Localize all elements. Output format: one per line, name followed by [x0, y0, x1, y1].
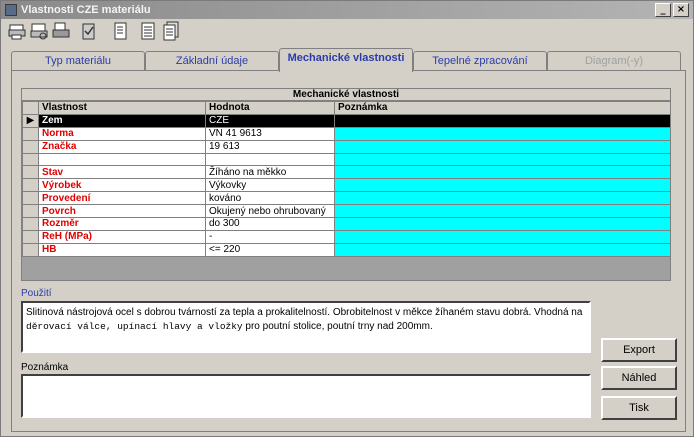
- cell-value[interactable]: Výkovky: [205, 178, 335, 193]
- grid-caption: Mechanické vlastnosti: [22, 89, 670, 101]
- minimize-button[interactable]: _: [655, 3, 671, 17]
- toolbar: [3, 20, 693, 44]
- table-row[interactable]: ReH (MPa) -: [22, 229, 671, 244]
- close-button[interactable]: ×: [673, 3, 689, 17]
- document-stack-icon[interactable]: [161, 20, 181, 42]
- cell-property[interactable]: ReH (MPa): [38, 229, 206, 244]
- cell-note[interactable]: [334, 178, 671, 193]
- row-selector[interactable]: [22, 204, 39, 219]
- cell-note[interactable]: [334, 165, 671, 180]
- export-button[interactable]: Export: [601, 338, 677, 362]
- cell-value[interactable]: VN 41 9613: [205, 126, 335, 141]
- cell-note[interactable]: [334, 204, 671, 219]
- app-icon: [5, 4, 17, 16]
- clipboard-check-icon[interactable]: [79, 20, 99, 42]
- row-selector-icon[interactable]: ▶: [22, 113, 39, 128]
- printer-icon[interactable]: [7, 20, 27, 42]
- table-row[interactable]: Provedení kováno: [22, 191, 671, 206]
- usage-label: Použití: [21, 288, 52, 299]
- document-icon[interactable]: [111, 20, 131, 42]
- row-indicator-header: [22, 101, 39, 115]
- document-list-icon[interactable]: [139, 20, 159, 42]
- row-selector[interactable]: [22, 152, 39, 167]
- usage-line-1: Slitinová nástrojová ocel s dobrou tvárn…: [26, 307, 583, 318]
- table-row[interactable]: Stav Žíháno na měkko: [22, 165, 671, 180]
- column-header-value[interactable]: Hodnota: [205, 101, 335, 115]
- usage-line-2-rest: pro poutní stolice, poutní trny nad 200m…: [242, 321, 433, 332]
- tab-material-type[interactable]: Typ materiálu: [11, 51, 145, 71]
- cell-note[interactable]: [334, 152, 671, 167]
- cell-value[interactable]: <= 220: [205, 242, 335, 257]
- cell-value[interactable]: 19 613: [205, 139, 335, 154]
- usage-textarea[interactable]: Slitinová nástrojová ocel s dobrou tvárn…: [21, 301, 591, 353]
- usage-line-2-mono: děrovací válce, upínací hlavy a vložky: [26, 321, 243, 332]
- main-window: Vlastnosti CZE materiálu _ × Typ materiá…: [0, 0, 694, 437]
- tab-strip: Typ materiálu Základní údaje Mechanické …: [11, 48, 687, 72]
- cell-property[interactable]: Značka: [38, 139, 206, 154]
- cell-value[interactable]: Žíháno na měkko: [205, 165, 335, 180]
- tab-basic-data[interactable]: Základní údaje: [145, 51, 279, 71]
- tab-diagrams: Diagram(-y): [547, 51, 681, 71]
- cell-property[interactable]: Provedení: [38, 191, 206, 206]
- cell-value[interactable]: do 300: [205, 217, 335, 231]
- row-selector[interactable]: [22, 165, 39, 180]
- properties-table[interactable]: Vlastnost Hodnota Poznámka ▶ Zem CZE Nor…: [22, 101, 671, 257]
- cell-note[interactable]: [334, 191, 671, 206]
- table-row[interactable]: Značka 19 613: [22, 139, 671, 154]
- note-textarea[interactable]: [21, 374, 591, 418]
- table-row[interactable]: [22, 152, 671, 167]
- cell-note[interactable]: [334, 242, 671, 257]
- row-selector[interactable]: [22, 191, 39, 206]
- cell-note[interactable]: [334, 229, 671, 244]
- cell-property[interactable]: Stav: [38, 165, 206, 180]
- row-selector[interactable]: [22, 139, 39, 154]
- row-selector[interactable]: [22, 178, 39, 193]
- cell-value[interactable]: -: [205, 229, 335, 244]
- print-preview-icon[interactable]: [29, 20, 49, 42]
- cell-value[interactable]: kováno: [205, 191, 335, 206]
- table-row[interactable]: Norma VN 41 9613: [22, 126, 671, 141]
- cell-value[interactable]: [205, 152, 335, 167]
- table-row[interactable]: ▶ Zem CZE: [22, 113, 671, 128]
- row-selector[interactable]: [22, 242, 39, 257]
- cell-property[interactable]: [38, 152, 206, 167]
- cell-note[interactable]: [334, 139, 671, 154]
- table-row[interactable]: Povrch Okujený nebo ohrubovaný: [22, 204, 671, 219]
- properties-grid[interactable]: Mechanické vlastnosti Vlastnost Hodnota …: [21, 88, 671, 281]
- tab-mechanical-properties[interactable]: Mechanické vlastnosti: [279, 48, 413, 72]
- cell-property[interactable]: HB: [38, 242, 206, 257]
- column-header-note[interactable]: Poznámka: [334, 101, 671, 115]
- window-title: Vlastnosti CZE materiálu: [21, 4, 151, 16]
- preview-button[interactable]: Náhled: [601, 366, 677, 390]
- cell-value[interactable]: CZE: [205, 113, 335, 128]
- table-row[interactable]: HB <= 220: [22, 242, 671, 257]
- title-bar: Vlastnosti CZE materiálu _ ×: [1, 1, 693, 19]
- cell-property[interactable]: Rozměr: [38, 217, 206, 231]
- table-row[interactable]: Rozměr do 300: [22, 217, 671, 231]
- usage-line-2: děrovací válce, upínací hlavy a vložky p…: [26, 320, 586, 334]
- print-button[interactable]: Tisk: [601, 396, 677, 420]
- table-row[interactable]: Výrobek Výkovky: [22, 178, 671, 193]
- tab-heat-treatment[interactable]: Tepelné zpracování: [413, 51, 547, 71]
- cell-note[interactable]: [334, 217, 671, 231]
- cell-property[interactable]: Zem: [38, 113, 206, 128]
- row-selector[interactable]: [22, 126, 39, 141]
- cell-property[interactable]: Povrch: [38, 204, 206, 219]
- note-label: Poznámka: [21, 362, 69, 373]
- row-selector[interactable]: [22, 217, 39, 231]
- row-selector[interactable]: [22, 229, 39, 244]
- cell-property[interactable]: Norma: [38, 126, 206, 141]
- cell-value[interactable]: Okujený nebo ohrubovaný: [205, 204, 335, 219]
- column-header-property[interactable]: Vlastnost: [38, 101, 206, 115]
- cell-note[interactable]: [334, 113, 671, 128]
- cell-property[interactable]: Výrobek: [38, 178, 206, 193]
- copy-icon[interactable]: [51, 20, 71, 42]
- cell-note[interactable]: [334, 126, 671, 141]
